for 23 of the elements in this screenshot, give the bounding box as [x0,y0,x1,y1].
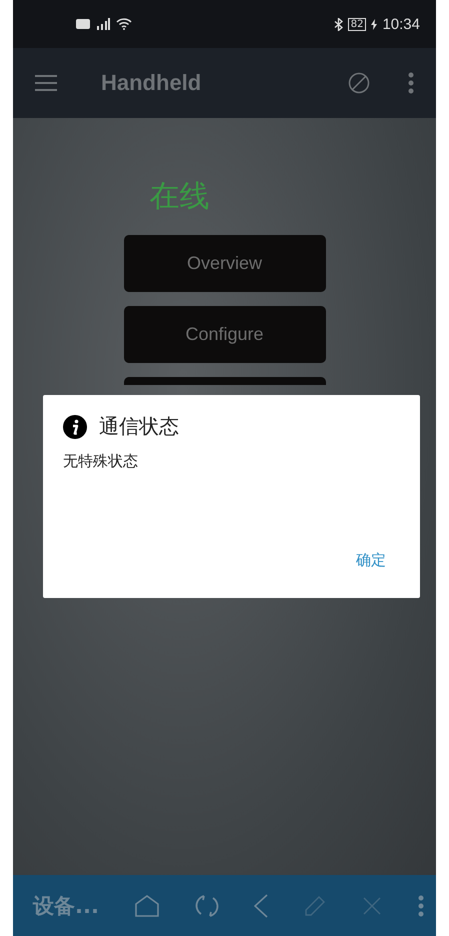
menu-button[interactable]: Configure [124,306,326,363]
back-icon[interactable] [254,894,268,918]
wifi-icon [116,18,132,30]
home-icon[interactable] [134,894,159,916]
refresh-icon[interactable] [194,894,219,918]
app-title: Handheld [101,70,202,96]
menu-button[interactable]: Overview [124,235,326,292]
dialog-message: 无特殊状态 [63,452,138,471]
charging-icon [371,18,378,30]
ok-button[interactable]: 确定 [356,551,386,570]
clock-time: 10:34 [382,16,420,32]
battery-level: 82 [348,18,366,30]
more-icon[interactable] [418,894,424,916]
hd-icon [76,19,90,29]
info-icon [63,414,87,438]
connection-status: 在线 [150,178,210,216]
dialog-title: 通信状态 [99,413,179,440]
menu-icon[interactable] [35,75,57,91]
more-icon[interactable] [408,72,414,94]
disconnected-icon[interactable] [348,72,370,94]
device-title: 设备... [33,892,99,920]
signal-icon [95,18,111,30]
bluetooth-icon [334,18,343,30]
